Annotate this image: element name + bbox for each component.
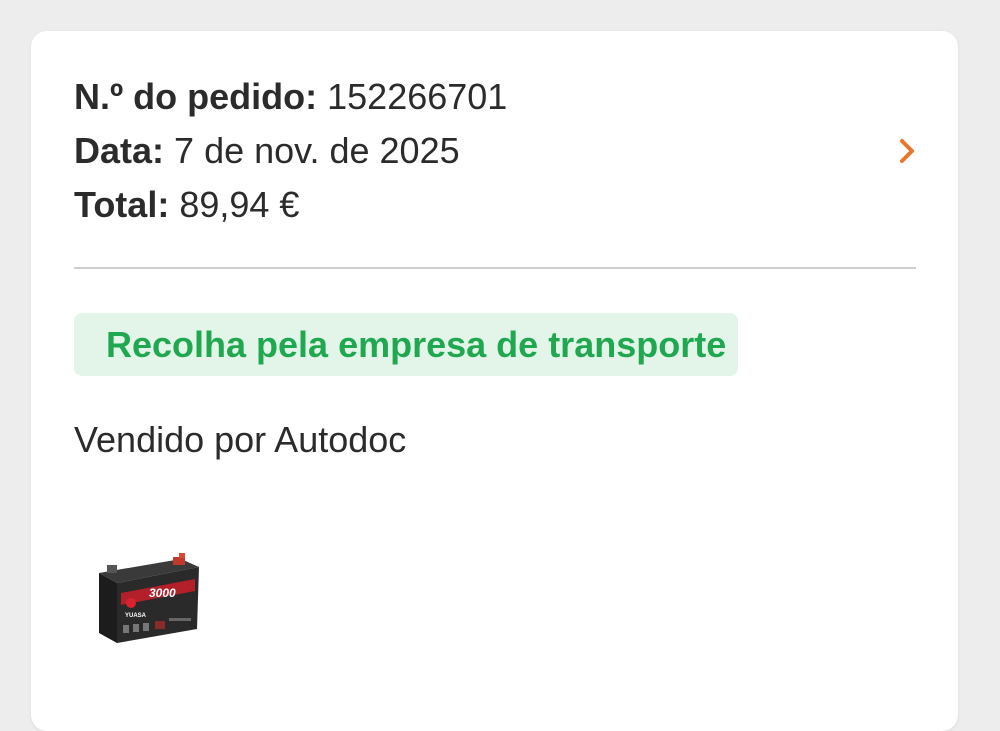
order-total-label: Total: xyxy=(74,184,170,225)
order-date-label: Data: xyxy=(74,130,165,171)
seller-text: Vendido por Autodoc xyxy=(74,419,407,460)
order-number-value: 152266701 xyxy=(327,76,508,117)
order-total-row: Total: 89,94 € xyxy=(74,181,299,229)
order-date-value: 7 de nov. de 2025 xyxy=(174,130,460,171)
divider xyxy=(74,267,916,269)
battery-logo-text: YUASA xyxy=(125,613,147,619)
chevron-right-icon[interactable] xyxy=(893,137,921,165)
status-badge: Recolha pela empresa de transporte xyxy=(74,313,738,376)
order-summary-link[interactable]: N.º do pedido: 152266701 Data: 7 de nov.… xyxy=(74,73,914,263)
order-card: N.º do pedido: 152266701 Data: 7 de nov.… xyxy=(31,31,958,731)
order-number-row: N.º do pedido: 152266701 xyxy=(74,73,507,121)
order-total-value: 89,94 € xyxy=(179,184,300,225)
order-date-row: Data: 7 de nov. de 2025 xyxy=(74,127,460,175)
car-battery-image[interactable]: YUASA 3000 xyxy=(93,551,203,649)
order-number-label: N.º do pedido: xyxy=(74,76,318,117)
battery-model-text: 3000 xyxy=(149,586,176,600)
